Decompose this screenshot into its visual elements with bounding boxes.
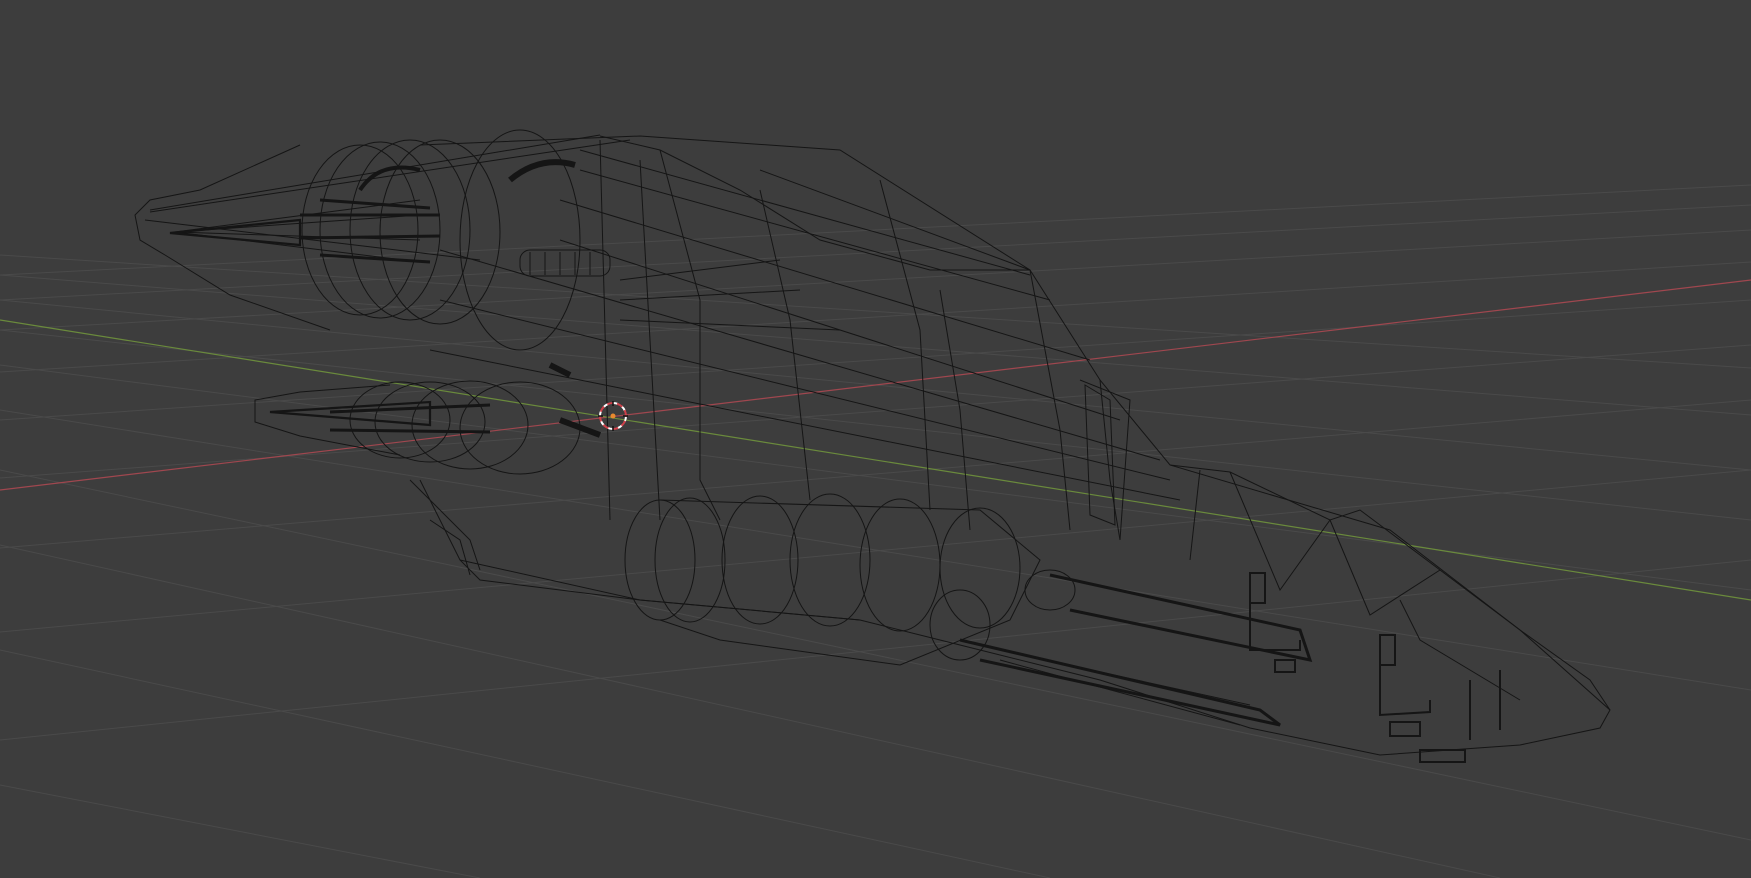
main-hull bbox=[409, 135, 1611, 756]
y-axis-line bbox=[0, 319, 1751, 601]
3d-cursor-icon[interactable] bbox=[598, 401, 628, 431]
floor-grid bbox=[0, 184, 1751, 878]
3d-viewport[interactable] bbox=[0, 0, 1751, 878]
upper-nose-cone bbox=[134, 129, 631, 351]
engine-pod bbox=[624, 493, 1313, 727]
cockpit-canopy bbox=[1169, 464, 1611, 711]
landing-gear bbox=[1249, 572, 1501, 763]
viewport-canvas[interactable] bbox=[0, 0, 1751, 878]
